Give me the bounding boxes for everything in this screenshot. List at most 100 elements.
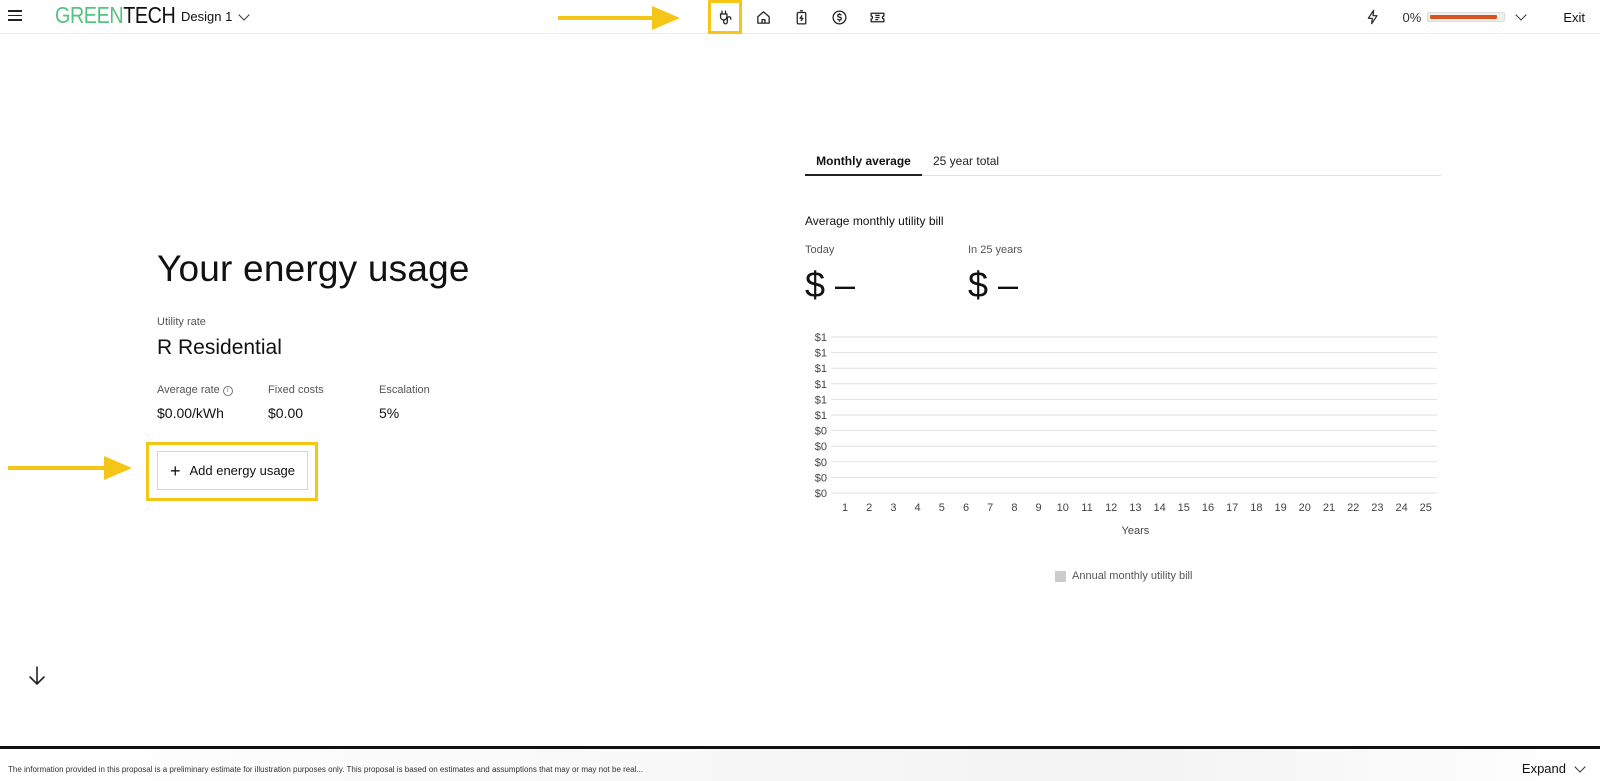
x-tick-label: 20 [1299, 502, 1311, 514]
y-tick-label: $0 [815, 488, 827, 500]
chart-legend: Annual monthly utility bill [1055, 570, 1192, 582]
x-tick-label: 6 [963, 502, 969, 514]
x-tick-label: 24 [1395, 502, 1407, 514]
x-tick-label: 2 [866, 502, 872, 514]
menu-icon[interactable] [8, 10, 22, 22]
metric-fixed-costs: Fixed costs $0.00 [268, 384, 379, 421]
footer-bar: The information provided in this proposa… [0, 746, 1600, 781]
y-tick-label: $1 [815, 332, 827, 344]
bill-today: Today $ – [805, 244, 855, 306]
metric-value: $0.00 [268, 405, 304, 421]
tab-25-year-total[interactable]: 25 year total [933, 154, 999, 176]
home-icon [756, 10, 770, 24]
y-tick-label: $1 [815, 410, 827, 422]
nav-battery[interactable] [782, 0, 820, 34]
energy-usage-section: Your energy usage [157, 248, 470, 290]
progress-percent: 0% [1402, 9, 1422, 25]
x-tick-label: 8 [1011, 502, 1017, 514]
bill-tabs: Monthly average 25 year total [805, 152, 1441, 176]
metric-average-rate: Average rate i $0.00/kWh [157, 384, 268, 421]
y-tick-label: $1 [815, 379, 827, 391]
x-tick-label: 12 [1105, 502, 1117, 514]
design-label: Design 1 [181, 9, 233, 24]
x-tick-label: 9 [1036, 502, 1042, 514]
legend-label: Annual monthly utility bill [1072, 570, 1193, 582]
highlight-arrow-right-icon [558, 6, 680, 30]
metric-value: $0.00/kWh [157, 405, 224, 421]
x-tick-label: 15 [1178, 502, 1190, 514]
x-tick-label: 7 [987, 502, 993, 514]
tab-monthly-average[interactable]: Monthly average [805, 154, 922, 176]
nav-home[interactable] [744, 0, 782, 34]
disclaimer-text: The information provided in this proposa… [8, 765, 644, 774]
dollar-icon [831, 9, 847, 25]
exit-button[interactable]: Exit [1563, 10, 1585, 25]
chevron-down-icon [1574, 760, 1586, 773]
metric-value: 5% [379, 405, 400, 421]
utility-rate-label: Utility rate [157, 316, 206, 328]
brand-logo-part1: GREEN [55, 2, 124, 28]
utility-bill-chart: $1$1$1$1$1$1$0$0$0$0$01 2 3 4 5 6 7 8 9 10 11 12 13 1… [815, 332, 1437, 537]
highlight-arrow-right-icon [8, 456, 132, 480]
x-tick-label: 14 [1153, 502, 1165, 514]
brand-logo[interactable]: GREENTECH [55, 2, 176, 29]
add-energy-usage-label: Add energy usage [189, 463, 296, 478]
y-tick-label: $1 [815, 363, 827, 375]
y-tick-label: $0 [815, 441, 827, 453]
top-bar: GREENTECH Design 1 0% Exit [0, 0, 1600, 34]
progress-bar-fill [1430, 15, 1497, 19]
x-tick-label: 16 [1202, 502, 1214, 514]
expand-label: Expand [1521, 761, 1566, 776]
y-tick-label: $1 [815, 394, 827, 406]
nav-financing[interactable] [820, 0, 858, 34]
page-title: Your energy usage [157, 248, 470, 289]
receipt-icon [869, 12, 885, 22]
bill-today-label: Today [805, 244, 835, 256]
bill-future-label: In 25 years [968, 244, 1023, 256]
x-tick-label: 5 [939, 502, 945, 514]
chevron-down-icon [238, 8, 250, 21]
rate-metrics: Average rate i $0.00/kWh Fixed costs $0.0… [157, 384, 490, 421]
x-tick-label: 21 [1323, 502, 1335, 514]
x-tick-label: 4 [915, 502, 921, 514]
battery-icon [796, 9, 806, 25]
bill-future-value: $ – [968, 264, 1019, 305]
x-tick-label: 13 [1129, 502, 1141, 514]
bill-future: In 25 years $ – [968, 244, 1022, 306]
x-tick-label: 3 [890, 502, 896, 514]
section-nav [706, 0, 896, 34]
nav-incentives[interactable] [858, 0, 896, 34]
metric-label: Escalation [379, 384, 430, 396]
brand-logo-part2: TECH [123, 2, 176, 28]
legend-swatch [1055, 570, 1066, 582]
nav-energy-usage[interactable] [708, 0, 742, 34]
x-tick-label: 18 [1250, 502, 1262, 514]
metric-escalation: Escalation 5% [379, 384, 490, 421]
y-tick-label: $0 [815, 426, 827, 438]
x-tick-label: 22 [1347, 502, 1359, 514]
design-selector[interactable]: Design 1 [181, 8, 250, 24]
y-tick-label: $1 [815, 348, 827, 360]
x-axis-label: Years [1122, 525, 1150, 537]
metric-label: Fixed costs [268, 384, 324, 396]
top-right-controls: 0% Exit [1365, 0, 1600, 34]
x-tick-label: 10 [1057, 502, 1069, 514]
y-tick-label: $0 [815, 457, 827, 469]
progress-bar [1427, 12, 1506, 22]
x-tick-label: 1 [842, 502, 848, 514]
plug-icon [719, 9, 731, 24]
lightning-icon[interactable] [1365, 9, 1381, 25]
x-tick-label: 23 [1371, 502, 1383, 514]
arrow-down-icon[interactable] [28, 666, 46, 686]
bill-today-value: $ – [805, 264, 856, 305]
expand-button[interactable]: Expand [1521, 760, 1586, 776]
utility-rate-value: R Residential [157, 336, 282, 359]
x-tick-label: 17 [1226, 502, 1238, 514]
plus-icon: + [169, 460, 181, 481]
x-tick-label: 25 [1420, 502, 1432, 514]
x-tick-label: 19 [1274, 502, 1286, 514]
add-energy-usage-button[interactable]: + Add energy usage [157, 451, 308, 490]
info-icon[interactable]: i [222, 386, 233, 396]
chevron-down-icon[interactable] [1515, 9, 1527, 21]
metric-label: Average rate [157, 384, 220, 396]
